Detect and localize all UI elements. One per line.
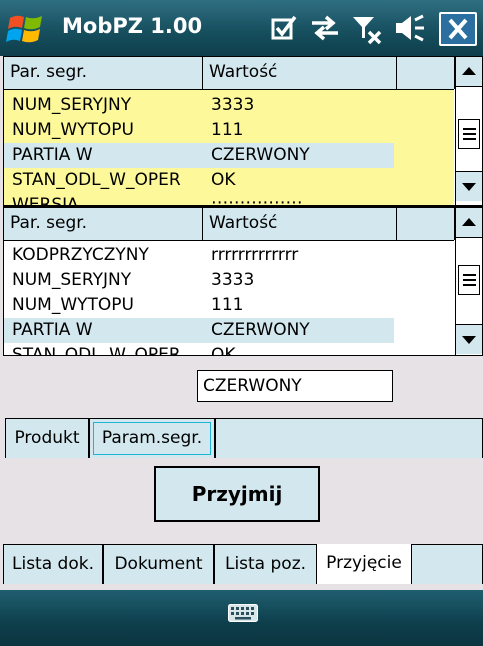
table-row[interactable]: NUM_WYTOPU 111 <box>4 293 454 318</box>
column-header-value[interactable]: Wartość <box>203 208 397 240</box>
value-field[interactable]: CZERWONY <box>197 370 393 402</box>
windows-start-icon[interactable] <box>6 10 46 50</box>
vertical-scrollbar[interactable] <box>455 57 482 205</box>
app-title: MobPZ 1.00 <box>62 14 203 38</box>
cell-param: NUM_WYTOPU <box>12 120 134 140</box>
cell-param: NUM_SERYJNY <box>12 270 132 290</box>
cell-value: 3333 <box>211 95 255 115</box>
scroll-thumb[interactable] <box>458 265 480 295</box>
column-header-param[interactable]: Par. segr. <box>4 208 203 240</box>
scroll-down-button[interactable] <box>456 171 482 201</box>
cell-value: :::::::::::::::: <box>211 195 303 207</box>
table-row[interactable]: NUM_SERYJNY 3333 <box>4 93 454 118</box>
tab-produkt[interactable]: Produkt <box>5 418 89 458</box>
accept-button[interactable]: Przyjmij <box>154 466 320 522</box>
arrow-down-icon <box>462 336 476 344</box>
tab-przyjecie[interactable]: Przyjęcie <box>317 544 411 584</box>
tab-lista-poz[interactable]: Lista poz. <box>214 544 317 584</box>
column-header-value[interactable]: Wartość <box>203 57 397 89</box>
cell-value: CZERWONY <box>211 320 310 340</box>
cell-value: rrrrrrrrrrrrr <box>211 245 299 265</box>
table-row[interactable]: NUM_SERYJNY 3333 <box>4 268 454 293</box>
tab-label: Lista dok. <box>12 554 94 574</box>
vertical-scrollbar[interactable] <box>455 208 482 355</box>
table-row[interactable]: WERSJA:::::::::::::::: <box>4 193 454 207</box>
params-grid-bottom[interactable]: Par. segr. Wartość KODPRZYCZYNY rrrrrrrrr… <box>3 207 483 356</box>
arrow-up-icon <box>462 67 476 75</box>
table-row[interactable]: STAN_ODL_W_OPER OK <box>4 168 454 193</box>
column-header-empty <box>397 208 455 240</box>
cell-param: KODPRZYCZYNY <box>12 245 149 265</box>
table-row[interactable]: PARTIA W CZERWONY <box>4 318 454 343</box>
tab-label: Produkt <box>14 428 80 448</box>
title-bar: MobPZ 1.00 <box>0 0 483 56</box>
cell-param: STAN_ODL_W_OPER <box>12 170 181 190</box>
scroll-down-button[interactable] <box>456 324 482 354</box>
tab-dokument[interactable]: Dokument <box>103 544 214 584</box>
tab-label: Lista poz. <box>224 554 307 574</box>
grip-icon <box>463 128 476 130</box>
tab-label: Dokument <box>114 554 203 574</box>
close-icon <box>448 18 468 40</box>
cell-value: 111 <box>211 120 244 140</box>
cell-value: 3333 <box>211 270 255 290</box>
cell-param: STAN_ODL_W_OPER <box>12 345 181 356</box>
cell-value: 111 <box>211 295 244 315</box>
tab-lista-dok[interactable]: Lista dok. <box>3 544 103 584</box>
arrow-down-icon <box>462 183 476 191</box>
cell-param: NUM_WYTOPU <box>12 295 134 315</box>
cell-param: NUM_SERYJNY <box>12 95 132 115</box>
tab-label: Param.segr. <box>101 428 203 448</box>
tab-label: Przyjęcie <box>326 553 402 573</box>
tab-bar-filler <box>215 418 483 458</box>
cell-value: OK <box>211 345 236 356</box>
tab-focus-ring: Param.segr. <box>93 422 211 455</box>
inner-tab-bar: Produkt Param.segr. <box>0 418 483 458</box>
scroll-thumb[interactable] <box>458 119 480 149</box>
table-row[interactable]: NUM_WYTOPU 111 <box>4 118 454 143</box>
cell-value: CZERWONY <box>211 145 310 165</box>
column-header-empty <box>397 57 455 89</box>
close-button[interactable] <box>439 12 477 46</box>
data-connection-icon <box>312 15 338 41</box>
grip-icon <box>463 274 476 276</box>
params-grid-top[interactable]: Par. segr. Wartość NUM_SERYJNY 3333 NUM_W… <box>3 56 483 207</box>
column-header-param[interactable]: Par. segr. <box>4 57 203 89</box>
arrow-up-icon <box>462 218 476 226</box>
volume-icon[interactable] <box>394 14 426 42</box>
main-tab-bar: Lista dok. Dokument Lista poz. Przyjęcie <box>0 544 483 584</box>
cell-param: PARTIA W <box>12 320 93 340</box>
cell-value: OK <box>211 170 236 190</box>
cell-param: WERSJA <box>12 195 79 207</box>
scroll-up-button[interactable] <box>456 208 482 238</box>
table-row[interactable]: STAN_ODL_W_OPER OK <box>4 343 454 356</box>
table-row[interactable]: KODPRZYCZYNY rrrrrrrrrrrrr <box>4 243 454 268</box>
grid-header: Par. segr. Wartość <box>4 208 455 241</box>
grid-header: Par. segr. Wartość <box>4 57 455 90</box>
no-signal-icon <box>353 17 382 45</box>
ok-check-icon[interactable] <box>270 14 298 42</box>
scroll-up-button[interactable] <box>456 57 482 87</box>
keyboard-icon[interactable] <box>228 604 258 622</box>
tab-bar-filler <box>411 544 483 584</box>
cell-param: PARTIA W <box>12 145 93 165</box>
tab-param-segr[interactable]: Param.segr. <box>89 418 215 458</box>
table-row[interactable]: PARTIA W CZERWONY <box>4 143 454 168</box>
